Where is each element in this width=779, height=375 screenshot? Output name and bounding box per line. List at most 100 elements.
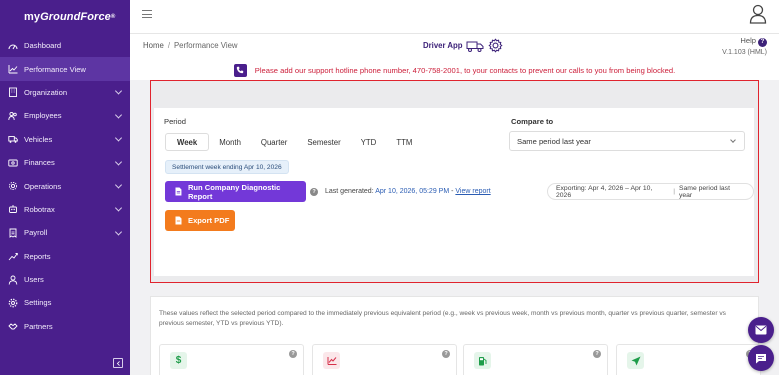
chevron-down-icon (114, 158, 123, 166)
sidebar-item-dashboard[interactable]: Dashboard (0, 34, 130, 57)
sidebar-item-partners[interactable]: Partners (0, 315, 130, 338)
comparison-section: These values reflect the selected period… (150, 296, 761, 375)
sidebar-item-label: Vehicles (24, 134, 53, 144)
tab-ttm[interactable]: TTM (386, 133, 422, 151)
sidebar: my GroundForce ® Dashboard Performance View… (0, 0, 130, 375)
kpi-card[interactable]: $?Total Revenue - Comparison (159, 344, 304, 375)
kpi-card[interactable]: ?Labor Utilization - Comparison (312, 344, 457, 375)
truck-icon (8, 134, 18, 144)
sidebar-item-reports[interactable]: Reports (0, 245, 130, 268)
dollar-icon: $ (170, 352, 187, 369)
run-diagnostic-report-button[interactable]: Run Company Diagnostic Report (165, 181, 306, 202)
sidebar-item-payroll[interactable]: Payroll (0, 221, 130, 244)
sidebar-item-employees[interactable]: Employees (0, 104, 130, 127)
hamburger-menu-icon[interactable] (142, 10, 152, 20)
sidebar-item-performance-view[interactable]: Performance View (0, 57, 130, 81)
gear-icon[interactable] (488, 38, 503, 53)
compare-to-select[interactable]: Same period last year (509, 131, 745, 151)
sidebar-item-vehicles[interactable]: Vehicles (0, 128, 130, 151)
announcement-banner: Please add our support hotline phone num… (130, 60, 779, 80)
chevron-down-icon (730, 137, 736, 143)
tab-week[interactable]: Week (165, 133, 210, 151)
email-support-button[interactable] (748, 317, 774, 343)
brand-prefix: my (24, 11, 41, 23)
info-question-icon[interactable]: ? (442, 350, 450, 358)
chevron-down-icon (114, 204, 123, 212)
sidebar-item-label: Robotrax (24, 204, 55, 214)
send-icon (627, 352, 644, 369)
breadcrumb-home[interactable]: Home (143, 41, 164, 50)
breadcrumb-separator: / (167, 41, 170, 50)
help-link[interactable]: Help? V.1.103 (HML) (722, 36, 767, 56)
fuel-icon (474, 352, 491, 369)
tab-quarter[interactable]: Quarter (251, 133, 297, 151)
report-controls-frame: Period Week Month Quarter Semester YTD TTM Co… (150, 80, 759, 283)
people-icon (8, 111, 18, 121)
view-report-link[interactable]: View report (455, 188, 490, 195)
sidebar-item-organization[interactable]: Organization (0, 81, 130, 104)
brand-logo[interactable]: my GroundForce ® (0, 0, 130, 34)
dashboard-icon (8, 41, 18, 51)
exporting-range-pill: Exporting: Apr 4, 2026 – Apr 10, 2026 | Sa… (547, 183, 754, 200)
page-header: Home / Performance View Driver App Help? V… (130, 34, 779, 60)
driver-app-label: Driver App (423, 41, 463, 50)
truck-icon (466, 41, 484, 52)
user-avatar-icon[interactable] (749, 4, 767, 24)
sidebar-item-label: Dashboard (24, 41, 62, 51)
phone-icon (233, 63, 247, 77)
sidebar-item-operations[interactable]: Operations (0, 174, 130, 197)
driver-app-link[interactable]: Driver App (423, 38, 503, 53)
sidebar-item-label: Organization (24, 87, 68, 97)
sidebar-item-label: Partners (24, 321, 53, 331)
topbar (130, 0, 779, 34)
brand-name: GroundForce (40, 11, 111, 23)
chevron-down-icon (114, 134, 123, 142)
settings-icon (8, 298, 18, 308)
sidebar-item-settings[interactable]: Settings (0, 291, 130, 314)
chat-support-button[interactable] (748, 345, 774, 371)
sidebar-item-label: Employees (24, 111, 62, 121)
info-question-icon[interactable]: ? (593, 350, 601, 358)
tab-semester[interactable]: Semester (297, 133, 350, 151)
last-generated-date: Apr 10, 2026, 05:29 PM (375, 188, 450, 195)
sidebar-item-robotrax[interactable]: Robotrax (0, 198, 130, 221)
user-icon (8, 275, 18, 285)
breadcrumb: Home / Performance View (143, 41, 238, 50)
partners-icon (8, 321, 18, 331)
payroll-icon (8, 228, 18, 238)
kpi-card[interactable]: ?Net Revenue per Mile - Comparison (616, 344, 761, 375)
sidebar-item-finances[interactable]: Finances (0, 151, 130, 174)
tab-ytd[interactable]: YTD (351, 133, 387, 151)
pdf-icon (175, 216, 182, 225)
exporting-range: Exporting: Apr 4, 2026 – Apr 10, 2026 (556, 184, 653, 199)
export-pdf-button[interactable]: Export PDF (165, 210, 235, 231)
sidebar-item-label: Payroll (24, 228, 48, 238)
robot-icon (8, 204, 18, 214)
collapse-sidebar-icon[interactable] (113, 358, 123, 368)
gear-icon (8, 181, 18, 191)
sidebar-item-label: Performance View (24, 64, 86, 74)
kpi-card[interactable]: ?Fuel Profitability - Comparison (463, 344, 608, 375)
version-label: V.1.103 (HML) (722, 48, 767, 56)
breadcrumb-current: Performance View (173, 41, 238, 50)
tab-month[interactable]: Month (209, 133, 251, 151)
dollar-icon (8, 158, 18, 168)
chevron-down-icon (114, 111, 123, 119)
last-generated-info: Last generated: Apr 10, 2026, 05:29 PM -… (325, 188, 491, 195)
mail-icon (755, 325, 767, 335)
sidebar-item-label: Reports (24, 251, 51, 261)
info-question-icon[interactable]: ? (289, 350, 297, 358)
export-pdf-label: Export PDF (188, 216, 230, 225)
chat-icon (756, 353, 766, 363)
info-question-icon[interactable]: ? (310, 188, 318, 196)
period-label: Period (164, 117, 186, 126)
compare-label: Compare to (511, 117, 554, 126)
last-generated-prefix: Last generated: (325, 188, 374, 195)
chart-line-icon (8, 64, 18, 74)
brand-registered: ® (110, 14, 116, 20)
period-tabs: Week Month Quarter Semester YTD TTM (165, 132, 422, 152)
chevron-down-icon (114, 228, 123, 236)
sidebar-item-users[interactable]: Users (0, 268, 130, 291)
sidebar-nav: Dashboard Performance View Organization Emp… (0, 34, 130, 338)
sidebar-item-label: Settings (24, 298, 52, 308)
